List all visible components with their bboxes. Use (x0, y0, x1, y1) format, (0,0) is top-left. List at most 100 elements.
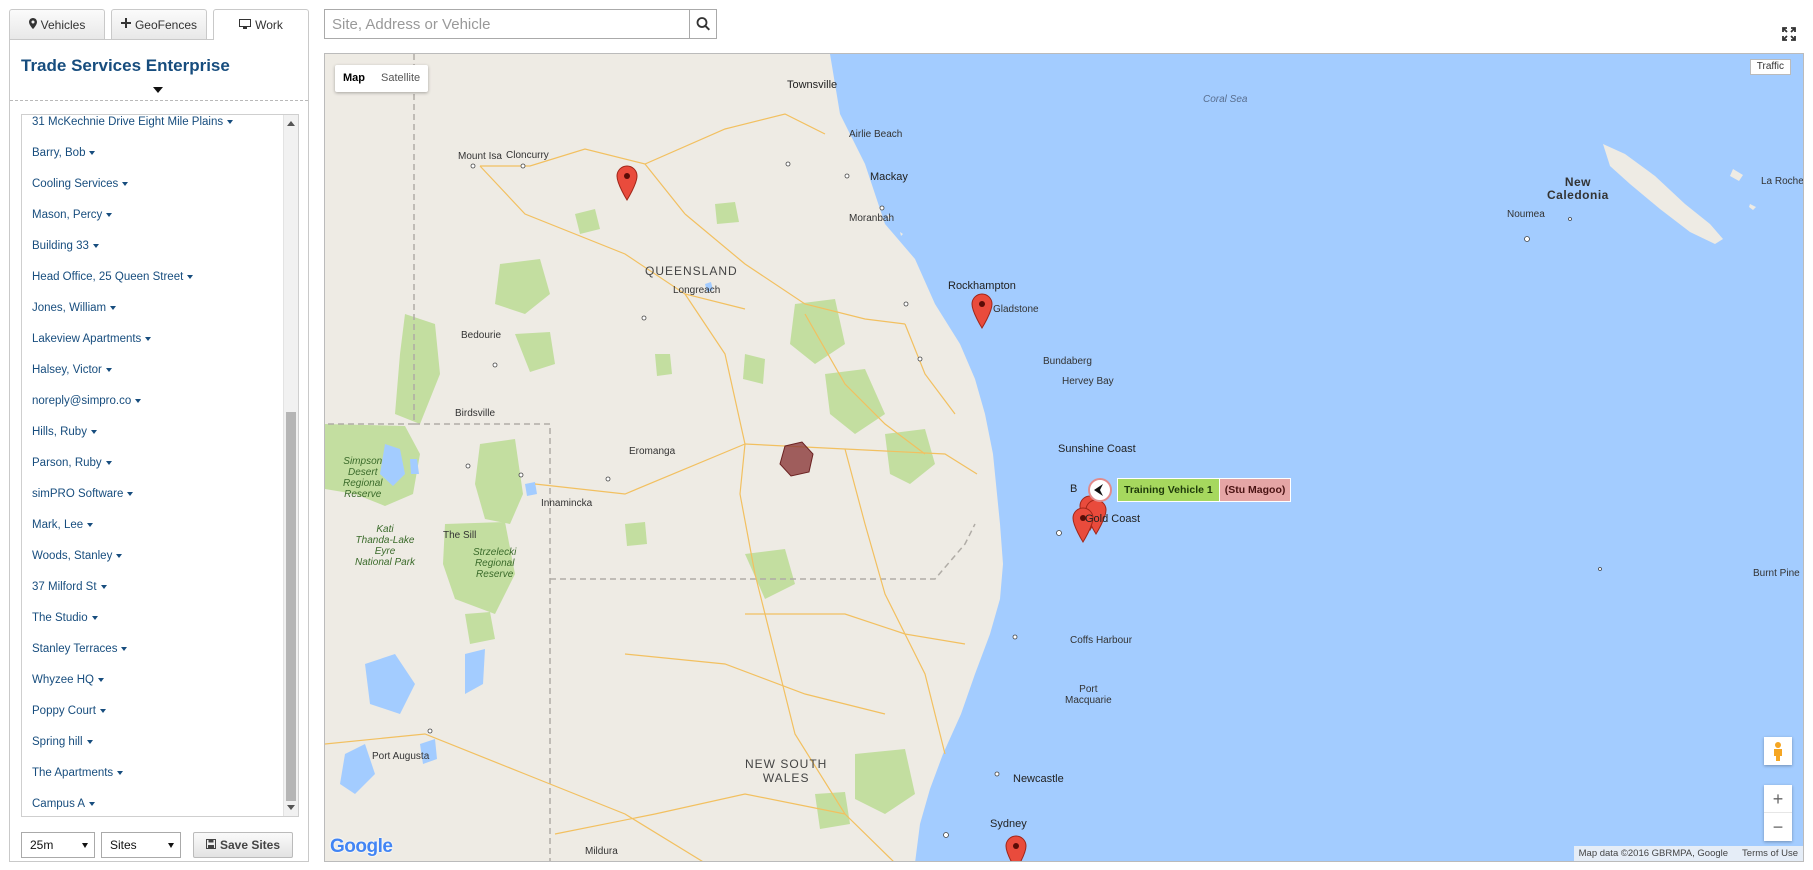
vehicle-marker-icon[interactable] (1088, 478, 1112, 502)
label-cloncurry: Cloncurry (506, 150, 549, 161)
tab-bar: Vehicles GeoFences Work (9, 9, 309, 40)
caret-down-icon[interactable] (89, 150, 96, 155)
list-item[interactable]: Parson, Ruby (22, 448, 284, 479)
caret-down-icon[interactable] (135, 398, 142, 403)
interval-select[interactable]: 25m (21, 832, 95, 858)
site-name: noreply@simpro.co (32, 395, 132, 407)
search-button[interactable] (689, 10, 716, 38)
caret-down-icon[interactable] (99, 708, 106, 713)
fullscreen-expand-icon[interactable] (1782, 27, 1796, 41)
list-item[interactable]: Jones, William (22, 293, 284, 324)
site-list-scrollbar[interactable] (283, 115, 298, 816)
site-name: Woods, Stanley (32, 550, 113, 562)
vehicle-label[interactable]: Training Vehicle 1 (Stu Magoo) (1117, 478, 1292, 502)
search-input[interactable] (325, 10, 690, 38)
terms-of-use-link[interactable]: Terms of Use (1742, 846, 1798, 861)
list-item[interactable]: Poppy Court (22, 696, 284, 727)
street-view-pegman-icon[interactable] (1764, 737, 1792, 765)
new-caledonia-land (1603, 144, 1723, 244)
caret-down-icon[interactable] (90, 429, 97, 434)
site-name: Campus A (32, 798, 86, 810)
bottom-controls: 25m Sites Save Sites (21, 832, 299, 858)
list-item[interactable]: Cooling Services (22, 169, 284, 200)
label-queensland: QUEENSLAND (645, 264, 738, 278)
site-name: Whyzee HQ (32, 674, 94, 686)
traffic-button[interactable]: Traffic (1749, 59, 1791, 75)
caret-down-icon[interactable] (116, 553, 123, 558)
save-sites-button[interactable]: Save Sites (193, 832, 293, 858)
list-item[interactable]: Barry, Bob (22, 138, 284, 169)
caret-down-icon[interactable] (127, 491, 134, 496)
list-item[interactable]: Woods, Stanley (22, 541, 284, 572)
site-list-items: 31 McKechnie Drive Eight Mile Plains Barr… (22, 115, 284, 816)
interval-select-value: 25m (30, 838, 54, 852)
label-port-macquarie: Port Macquarie (1065, 684, 1112, 706)
caret-down-icon[interactable] (110, 305, 117, 310)
caret-down-icon[interactable] (89, 801, 96, 806)
map[interactable]: Coral Sea Townsville Airlie Beach Mackay… (324, 53, 1804, 862)
label-gladstone: Gladstone (993, 304, 1039, 315)
map-type-satellite-button[interactable]: Satellite (373, 65, 428, 92)
caret-down-icon[interactable] (145, 336, 152, 341)
list-item[interactable]: Hills, Ruby (22, 417, 284, 448)
caret-down-icon[interactable] (105, 367, 112, 372)
list-item[interactable]: Lakeview Apartments (22, 324, 284, 355)
label-burnt-pine: Burnt Pine (1753, 568, 1800, 579)
label-la-roche: La Roche (1761, 176, 1804, 187)
list-item[interactable]: Mark, Lee (22, 510, 284, 541)
site-name: Parson, Ruby (32, 457, 102, 469)
caret-down-icon[interactable] (91, 615, 98, 620)
zoom-in-button[interactable]: + (1764, 785, 1792, 813)
list-item[interactable]: 37 Milford St (22, 572, 284, 603)
map-data-credit: Map data ©2016 GBRMPA, Google (1578, 848, 1729, 859)
list-item[interactable]: simPRO Software (22, 479, 284, 510)
caret-down-icon[interactable] (227, 119, 234, 124)
tab-vehicles[interactable]: Vehicles (9, 9, 105, 39)
label-mildura: Mildura (585, 846, 618, 857)
search-box (324, 9, 717, 39)
map-type-map-button[interactable]: Map (335, 65, 373, 92)
caret-down-icon[interactable] (92, 243, 99, 248)
site-name: Hills, Ruby (32, 426, 87, 438)
caret-down-icon[interactable] (100, 584, 107, 589)
caret-down-icon[interactable] (98, 677, 104, 682)
map-marker-icon (28, 17, 37, 32)
scroll-thumb[interactable] (286, 412, 296, 801)
caret-down-icon[interactable] (105, 460, 112, 465)
list-item[interactable]: Stanley Terraces (22, 634, 284, 665)
caret-down-icon[interactable] (86, 739, 93, 744)
caret-down-icon[interactable] (117, 770, 124, 775)
tab-geofences[interactable]: GeoFences (111, 9, 207, 39)
site-name: Halsey, Victor (32, 364, 102, 376)
caret-down-icon[interactable] (122, 181, 129, 186)
list-item[interactable]: Campus A (22, 789, 284, 816)
zoom-out-button[interactable]: − (1764, 813, 1792, 841)
site-name: Building 33 (32, 240, 89, 252)
list-item[interactable]: Building 33 (22, 231, 284, 262)
list-item[interactable]: Spring hill (22, 727, 284, 758)
list-item[interactable]: Whyzee HQ (22, 665, 284, 696)
label-innamincka: Innamincka (541, 498, 593, 509)
list-item[interactable]: The Studio (22, 603, 284, 634)
caret-down-icon[interactable] (187, 274, 194, 279)
scroll-up-icon[interactable] (287, 121, 295, 126)
label-kati-thanda: Kati Thanda-Lake Eyre National Park (355, 524, 416, 568)
list-item[interactable]: Halsey, Victor (22, 355, 284, 386)
caret-down-icon[interactable] (121, 646, 128, 651)
label-townsville: Townsville (787, 79, 838, 91)
caret-down-icon[interactable] (106, 212, 113, 217)
tab-work-label: Work (255, 18, 283, 32)
scroll-down-icon[interactable] (287, 805, 295, 810)
label-moranbah: Moranbah (849, 213, 895, 224)
type-select[interactable]: Sites (101, 832, 181, 858)
label-gold-coast: Gold Coast (1085, 513, 1141, 525)
list-item[interactable]: Head Office, 25 Queen Street (22, 262, 284, 293)
company-dropdown-caret-icon[interactable] (153, 87, 163, 93)
list-item[interactable]: 31 McKechnie Drive Eight Mile Plains (22, 115, 284, 138)
site-name: 31 McKechnie Drive Eight Mile Plains (32, 116, 224, 128)
list-item[interactable]: The Apartments (22, 758, 284, 789)
tab-work[interactable]: Work (213, 9, 309, 40)
list-item[interactable]: Mason, Percy (22, 200, 284, 231)
caret-down-icon[interactable] (87, 522, 94, 527)
list-item[interactable]: noreply@simpro.co (22, 386, 284, 417)
